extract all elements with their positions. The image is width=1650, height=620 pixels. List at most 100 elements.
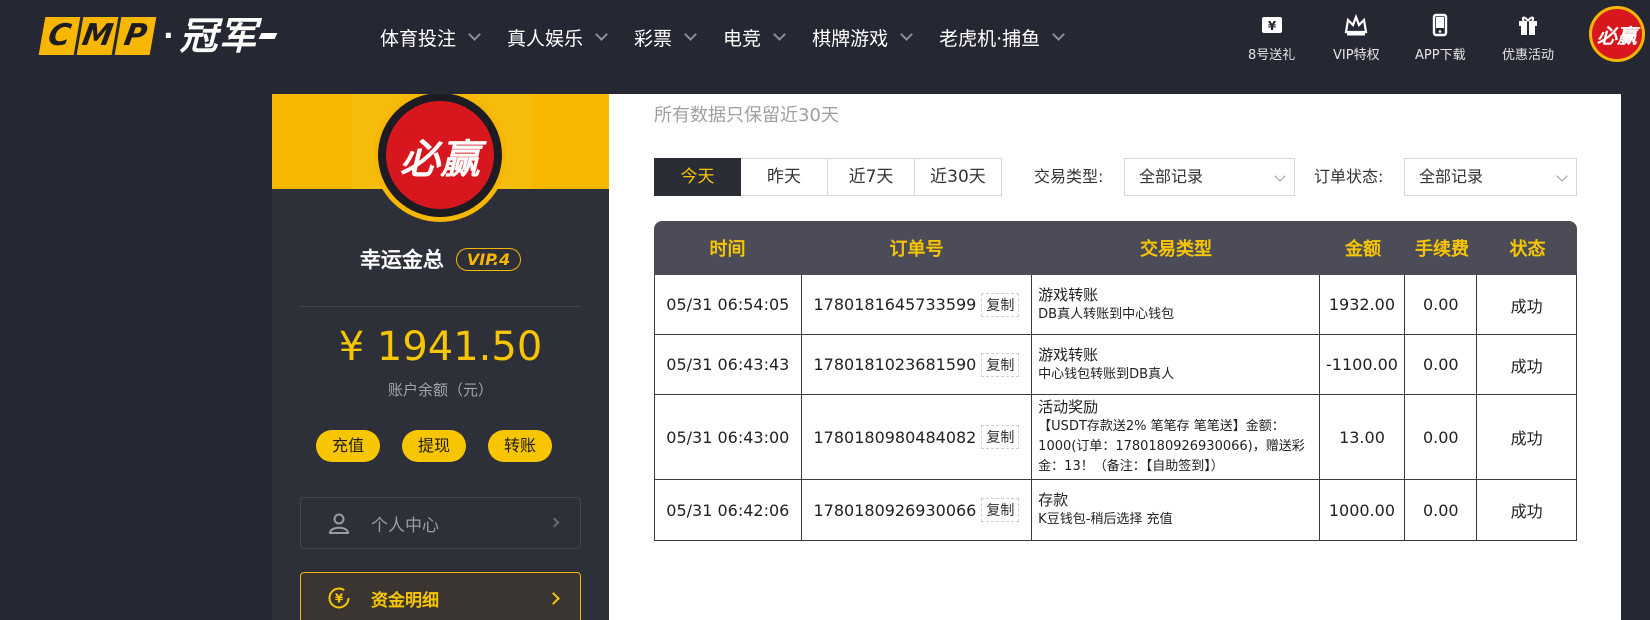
nav-item-lottery[interactable]: 彩票	[634, 24, 697, 51]
svg-text:¥: ¥	[335, 592, 344, 606]
logo-tail	[258, 33, 278, 39]
cell-time: 05/31 06:43:43	[655, 335, 802, 394]
chevron-down-icon	[1052, 28, 1065, 41]
type-title: 活动奖励	[1038, 398, 1099, 416]
quick-link-gift[interactable]: ¥ 8号送礼	[1248, 12, 1295, 63]
cell-type: 活动奖励【USDT存款送2% 笔笔存 笔笔送】金额：1000(订单：178018…	[1032, 395, 1320, 479]
deposit-button[interactable]: 充值	[316, 430, 380, 462]
user-icon	[328, 513, 350, 534]
nav-item-sports[interactable]: 体育投注	[380, 24, 481, 51]
cell-order: 1780180980484082 复制	[802, 395, 1033, 479]
transactions-table: 时间 订单号 交易类型 金额 手续费 状态 05/31 06:54:05 178…	[654, 221, 1577, 541]
fund-details-panel: 所有数据只保留近30天 今天 昨天 近7天 近30天 交易类型: 全部记录 订单…	[609, 94, 1621, 620]
quick-link-promotions[interactable]: 优惠活动	[1502, 12, 1554, 63]
chevron-right-icon	[547, 592, 560, 605]
wallet-actions: 充值 提现 转账	[316, 430, 552, 462]
logo-letters: C M P	[38, 17, 157, 55]
menu-label: 资金明细	[371, 590, 439, 611]
nav-label: 电竞	[723, 27, 762, 50]
cell-fee: 0.00	[1405, 275, 1478, 334]
logo-letter: M	[76, 17, 119, 55]
menu-personal-center[interactable]: 个人中心	[300, 497, 581, 549]
transaction-type-select[interactable]: 全部记录	[1124, 158, 1295, 196]
cell-status: 成功	[1510, 356, 1543, 376]
nav-label: 老虎机·捕鱼	[939, 27, 1041, 50]
tab-30-days[interactable]: 近30天	[915, 158, 1002, 196]
header-time: 时间	[709, 239, 746, 260]
table-row: 05/31 06:43:43 1780181023681590 复制 游戏转账 中心…	[654, 335, 1577, 395]
site-logo[interactable]: C M P · 冠军	[38, 17, 278, 55]
copy-button[interactable]: 复制	[981, 498, 1020, 522]
vip-badge: VIP.4	[455, 247, 522, 271]
nav-item-esports[interactable]: 电竞	[723, 24, 786, 51]
transfer-button[interactable]: 转账	[488, 430, 552, 462]
copy-button[interactable]: 复制	[981, 425, 1020, 449]
avatar-logo-text: 必赢	[1597, 23, 1637, 48]
menu-label: 个人中心	[371, 515, 439, 536]
cell-order: 1780181023681590 复制	[802, 335, 1033, 394]
balance-label: 账户余额（元）	[387, 381, 493, 399]
user-avatar[interactable]: 必赢	[1589, 6, 1645, 62]
quick-link-label: APP下载	[1415, 48, 1466, 63]
cell-fee: 0.00	[1405, 335, 1478, 394]
type-desc: DB真人转账到中心钱包	[1038, 306, 1175, 322]
chevron-down-icon	[773, 28, 786, 41]
profile-avatar: 必赢	[373, 94, 507, 222]
nav-item-slots-fishing[interactable]: 老虎机·捕鱼	[939, 24, 1065, 51]
order-status-label: 订单状态:	[1314, 167, 1384, 186]
cell-time: 05/31 06:54:05	[655, 275, 802, 334]
table-row: 05/31 06:54:05 1780181645733599 复制 游戏转账 DB…	[654, 275, 1577, 335]
cell-fee: 0.00	[1405, 395, 1478, 479]
copy-button[interactable]: 复制	[981, 292, 1020, 317]
divider	[300, 306, 581, 307]
copy-button[interactable]: 复制	[981, 352, 1020, 377]
cell-order: 1780181645733599 复制	[802, 275, 1033, 334]
transaction-type-label: 交易类型:	[1034, 167, 1104, 186]
phone-icon	[1433, 13, 1448, 37]
withdraw-button[interactable]: 提现	[402, 430, 466, 462]
cell-amount: -1100.00	[1320, 335, 1406, 394]
order-number: 1780180980484082	[813, 427, 977, 447]
nav-item-chess-cards[interactable]: 棋牌游戏	[812, 24, 913, 51]
chevron-down-icon	[684, 28, 697, 41]
cell-time: 05/31 06:42:06	[655, 480, 802, 540]
quick-link-app[interactable]: APP下载	[1415, 12, 1466, 63]
nav-item-live-casino[interactable]: 真人娱乐	[507, 24, 608, 51]
crown-icon	[1344, 13, 1368, 36]
type-title: 游戏转账	[1038, 345, 1099, 364]
cell-amount: 13.00	[1320, 395, 1406, 479]
tab-today[interactable]: 今天	[654, 158, 741, 196]
cell-fee: 0.00	[1405, 480, 1478, 540]
quick-link-label: VIP特权	[1333, 48, 1380, 63]
top-navbar: C M P · 冠军 体育投注 真人娱乐 彩票 电竞 棋牌游戏 老虎机·捕鱼 ¥…	[0, 0, 1650, 78]
chevron-down-icon	[1556, 170, 1568, 182]
retention-notice: 所有数据只保留近30天	[654, 105, 839, 126]
nav-label: 棋牌游戏	[812, 27, 889, 50]
table-header: 时间 订单号 交易类型 金额 手续费 状态	[654, 221, 1577, 275]
nav-label: 体育投注	[380, 27, 457, 50]
gift-box-icon	[1519, 16, 1537, 35]
header-type: 交易类型	[1140, 239, 1212, 260]
select-value: 全部记录	[1419, 167, 1484, 186]
cell-status: 成功	[1510, 429, 1543, 448]
chevron-down-icon	[595, 28, 608, 41]
tab-yesterday[interactable]: 昨天	[741, 158, 828, 196]
order-number: 1780181645733599	[813, 295, 977, 314]
quick-link-vip[interactable]: VIP特权	[1333, 12, 1380, 63]
nav-label: 真人娱乐	[507, 27, 584, 50]
menu-fund-details[interactable]: ¥ 资金明细	[300, 572, 581, 620]
type-desc: 【USDT存款送2% 笔笔存 笔笔送】金额：1000(订单：1780180926…	[1038, 419, 1305, 474]
gift-ticket-icon: ¥	[1261, 17, 1282, 33]
chevron-down-icon	[1274, 170, 1286, 182]
order-number: 1780181023681590	[813, 355, 977, 374]
table-row: 05/31 06:43:00 1780180980484082 复制 活动奖励 【U…	[654, 395, 1577, 480]
logo-letter: C	[38, 17, 81, 55]
header-order: 订单号	[889, 239, 944, 260]
type-desc: K豆钱包-稍后选择 充值	[1038, 512, 1173, 527]
quick-link-label: 优惠活动	[1502, 48, 1555, 63]
type-title: 游戏转账	[1038, 285, 1099, 304]
chevron-down-icon	[900, 28, 913, 41]
cell-type: 游戏转账 DB真人转账到中心钱包	[1032, 275, 1320, 334]
order-status-select[interactable]: 全部记录	[1404, 158, 1577, 196]
tab-7-days[interactable]: 近7天	[828, 158, 915, 196]
